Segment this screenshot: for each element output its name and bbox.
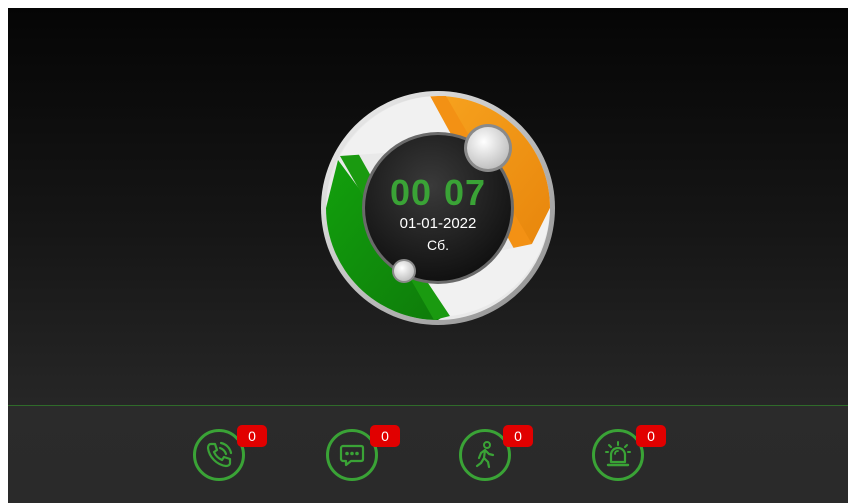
clock-minutes: 07 (444, 172, 487, 213)
clock-readout: 00 07 01-01-2022 Сб. (318, 88, 558, 328)
clock-date: 01-01-2022 (399, 215, 477, 232)
alarm-count-badge: 0 (636, 425, 666, 447)
phone-call-icon (206, 441, 233, 468)
bottom-nav-bar: 0 0 0 0 (8, 405, 848, 503)
alarm-siren-icon (605, 441, 631, 467)
calls-button[interactable]: 0 (193, 425, 267, 487)
clock-widget: 00 07 01-01-2022 Сб. (318, 88, 558, 328)
messages-count-badge: 0 (370, 425, 400, 447)
home-screen: 00 07 01-01-2022 Сб. 0 0 0 0 (8, 8, 848, 503)
motion-count-badge: 0 (503, 425, 533, 447)
messages-button[interactable]: 0 (326, 425, 400, 487)
motion-events-button[interactable]: 0 (459, 425, 533, 487)
clock-time: 00 07 (318, 172, 558, 214)
message-icon (339, 444, 365, 467)
alarm-button[interactable]: 0 (592, 425, 666, 487)
motion-walker-icon (475, 441, 495, 469)
calls-count-badge: 0 (237, 425, 267, 447)
clock-hours: 00 (389, 172, 432, 213)
clock-weekday: Сб. (426, 237, 450, 253)
